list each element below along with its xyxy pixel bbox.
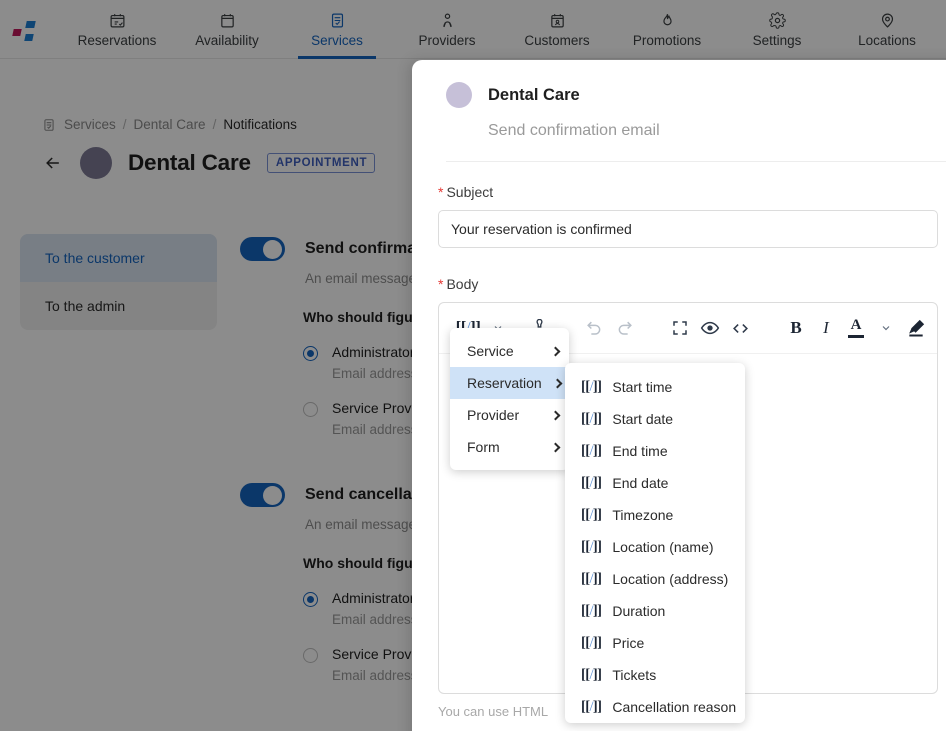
token-item-label: Location (name) <box>612 539 714 555</box>
text-color-chevron-icon[interactable] <box>871 313 901 343</box>
undo-button[interactable] <box>580 313 610 343</box>
token-item-label: Location (address) <box>612 571 729 587</box>
token-item-timezone[interactable]: [[/]] Timezone <box>565 499 745 531</box>
token-glyph-icon: [[/]] <box>581 378 602 395</box>
panel-avatar <box>446 82 472 108</box>
token-item-label: Price <box>612 635 645 651</box>
highlight-button[interactable] <box>901 313 931 343</box>
color-underline <box>847 335 864 338</box>
token-item-label: Duration <box>612 603 666 619</box>
menu-item-provider[interactable]: Provider <box>450 399 569 431</box>
subject-input[interactable] <box>438 210 938 248</box>
token-item-label: End date <box>612 475 669 491</box>
token-glyph-icon: [[/]] <box>581 634 602 651</box>
token-glyph-icon: [[/]] <box>581 506 602 523</box>
text-color-glyph: A <box>847 317 864 338</box>
token-glyph-icon: [[/]] <box>581 474 602 491</box>
token-item-price[interactable]: [[/]] Price <box>565 627 745 659</box>
menu-item-service[interactable]: Service <box>450 335 569 367</box>
subject-label-text: Subject <box>446 184 494 200</box>
reservation-token-submenu[interactable]: [[/]] Start time [[/]] Start date [[/]] End t… <box>565 363 745 723</box>
token-item-label: Start date <box>612 411 674 427</box>
menu-item-reservation[interactable]: Reservation <box>450 367 569 399</box>
fullscreen-button[interactable] <box>665 313 695 343</box>
source-code-button[interactable] <box>725 313 755 343</box>
token-item-location-address[interactable]: [[/]] Location (address) <box>565 563 745 595</box>
token-item-duration[interactable]: [[/]] Duration <box>565 595 745 627</box>
token-glyph-icon: [[/]] <box>581 666 602 683</box>
body-label-text: Body <box>446 276 479 292</box>
italic-button[interactable]: I <box>811 313 841 343</box>
token-item-start-date[interactable]: [[/]] Start date <box>565 403 745 435</box>
token-item-start-time[interactable]: [[/]] Start time <box>565 371 745 403</box>
token-glyph-icon: [[/]] <box>581 570 602 587</box>
body-label: * Body <box>438 276 938 292</box>
menu-item-form[interactable]: Form <box>450 431 569 463</box>
bold-button[interactable]: B <box>781 313 811 343</box>
chevron-right-icon <box>552 378 563 388</box>
app-root: Reservations Availability Services Provi… <box>0 0 946 731</box>
menu-item-label: Provider <box>467 407 520 423</box>
required-marker: * <box>438 276 444 292</box>
menu-item-label: Reservation <box>467 375 542 391</box>
menu-item-label: Service <box>467 343 514 359</box>
token-item-label: Tickets <box>612 667 657 683</box>
italic-glyph: I <box>823 318 829 337</box>
token-item-location-name[interactable]: [[/]] Location (name) <box>565 531 745 563</box>
token-item-label: Start time <box>612 379 673 395</box>
token-glyph-icon: [[/]] <box>581 602 602 619</box>
panel-title: Dental Care <box>488 85 580 104</box>
chevron-right-icon <box>550 410 561 420</box>
subject-label: * Subject <box>438 184 938 200</box>
chevron-right-icon <box>550 442 561 452</box>
token-item-tickets[interactable]: [[/]] Tickets <box>565 659 745 691</box>
redo-button[interactable] <box>610 313 640 343</box>
panel-subtitle: Send confirmation email <box>488 122 660 139</box>
token-item-label: Timezone <box>612 507 674 523</box>
color-letter: A <box>850 317 862 333</box>
token-item-end-date[interactable]: [[/]] End date <box>565 467 745 499</box>
token-item-cancellation-reason[interactable]: [[/]] Cancellation reason <box>565 691 745 723</box>
token-glyph-icon: [[/]] <box>581 410 602 427</box>
text-color-button[interactable]: A <box>841 313 871 343</box>
token-item-end-time[interactable]: [[/]] End time <box>565 435 745 467</box>
chevron-right-icon <box>550 346 561 356</box>
required-marker: * <box>438 184 444 200</box>
preview-button[interactable] <box>695 313 725 343</box>
menu-item-label: Form <box>467 439 500 455</box>
token-glyph-icon: [[/]] <box>581 698 602 715</box>
token-item-label: Cancellation reason <box>612 699 737 715</box>
bold-glyph: B <box>790 318 802 337</box>
token-glyph-icon: [[/]] <box>581 442 602 459</box>
token-item-label: End time <box>612 443 668 459</box>
token-glyph-icon: [[/]] <box>581 538 602 555</box>
panel-header: Dental Care Send confirmation email <box>412 60 946 162</box>
token-category-menu: Service Reservation Provider Form <box>450 328 569 470</box>
